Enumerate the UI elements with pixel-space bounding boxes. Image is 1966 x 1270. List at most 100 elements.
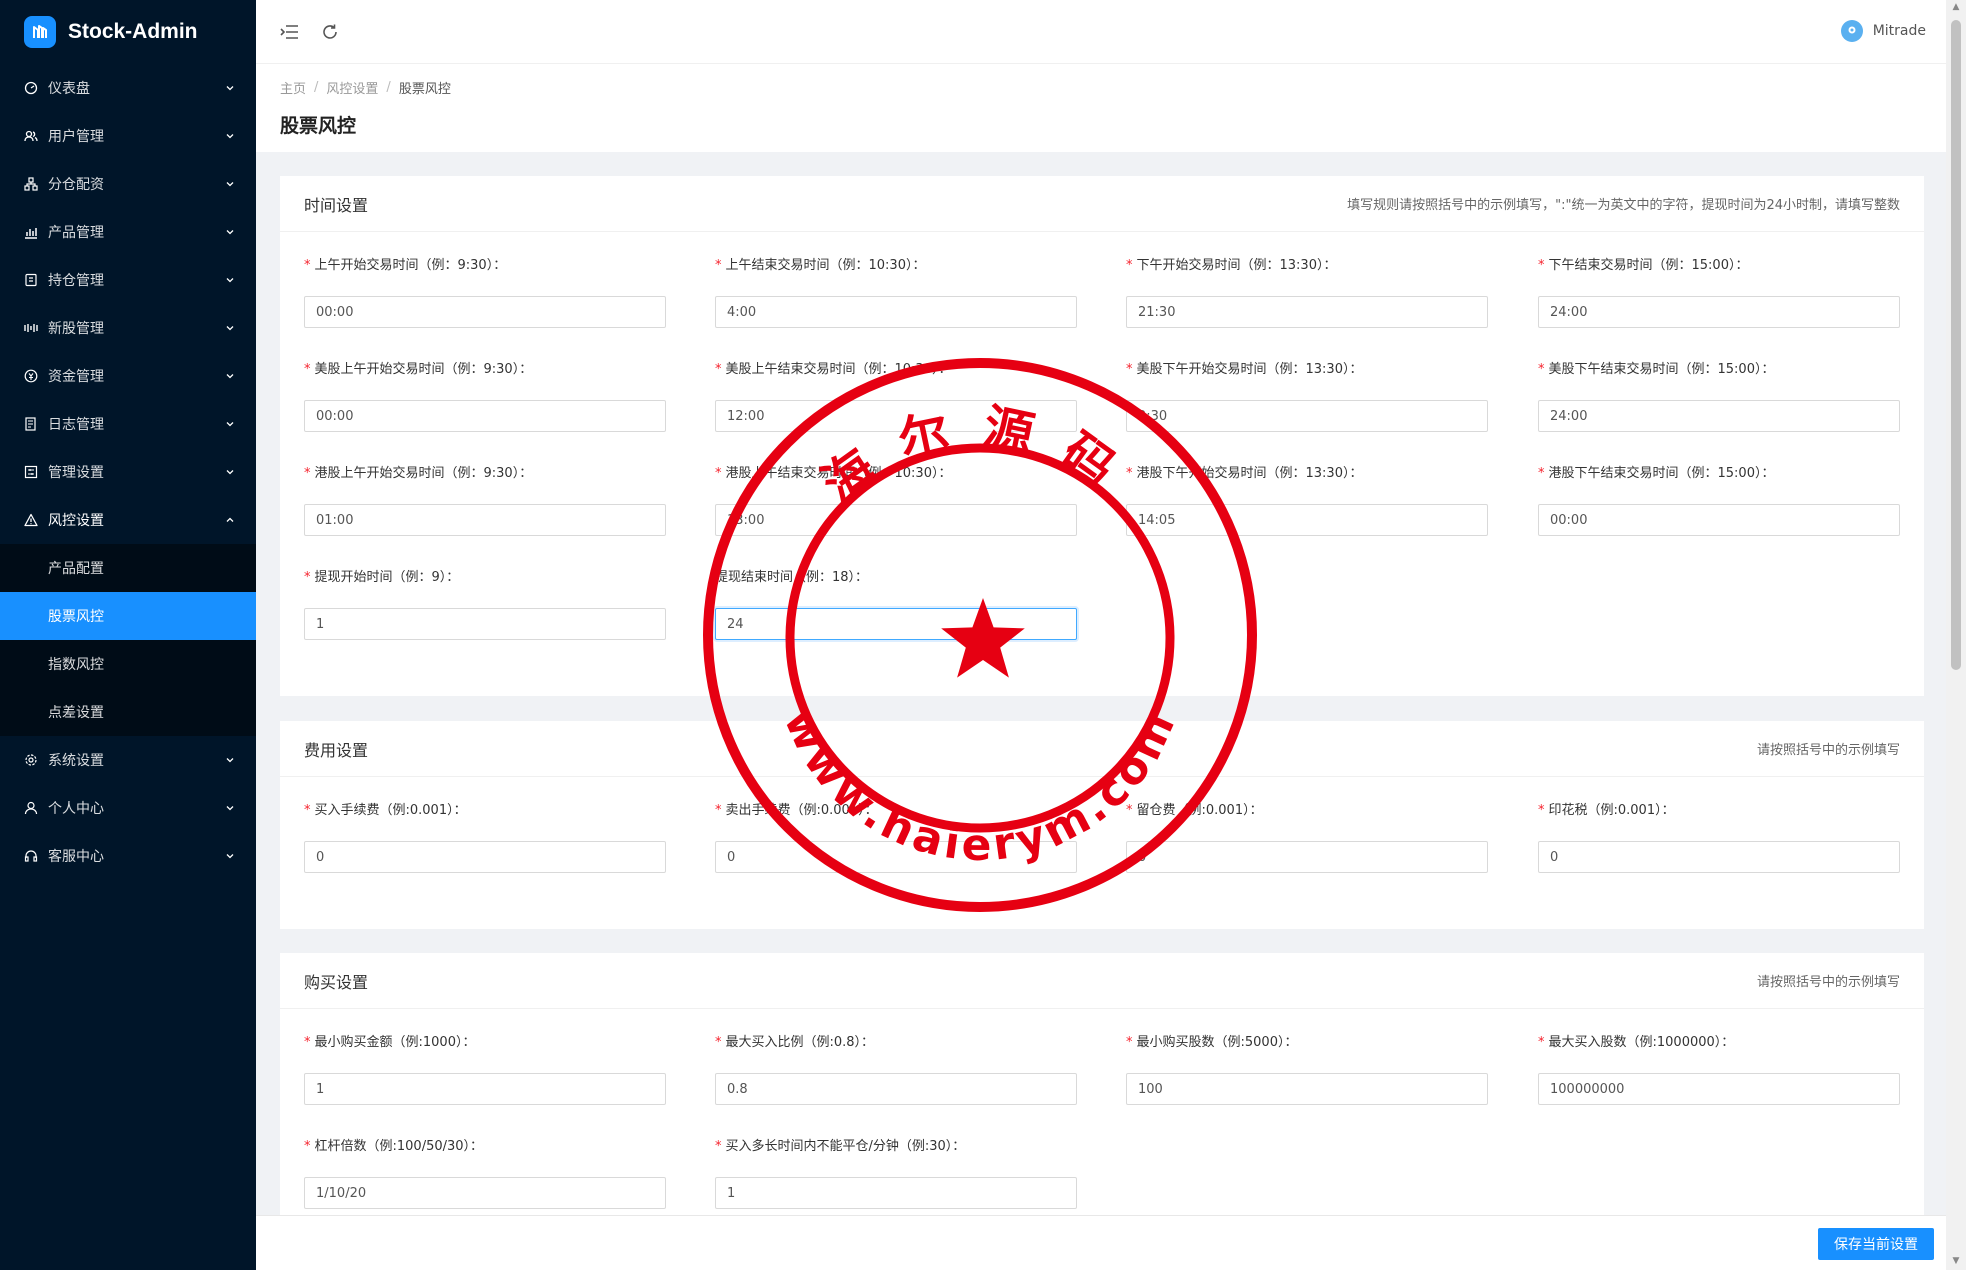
sidebar-item-positions[interactable]: 持仓管理 [0,256,256,304]
field-label-text: 美股上午结束交易时间（例：10:30）： [725,362,952,377]
field-label-text: 下午开始交易时间（例：13:30）： [1136,258,1337,273]
sidebar-item-dashboard[interactable]: 仪表盘 [0,64,256,112]
field-label-text: 最小购买金额（例:1000）： [314,1035,476,1050]
sidebar-item-label: 日志管理 [48,417,104,433]
field-input[interactable] [1126,841,1488,873]
sidebar-item-new-stocks[interactable]: 新股管理 [0,304,256,352]
required-marker: * [715,466,722,481]
logo[interactable]: Stock-Admin [0,0,256,64]
cluster-icon [24,177,38,191]
field-input[interactable] [1126,400,1488,432]
field-input[interactable] [304,504,666,536]
sidebar-item-funds[interactable]: 资金管理 [0,352,256,400]
field-label-text: 买入多长时间内不能平仓/分钟（例:30）： [725,1139,966,1154]
sidebar-item-cluster[interactable]: 分仓配资 [0,160,256,208]
sidebar-item-logs[interactable]: 日志管理 [0,400,256,448]
sidebar-item-users[interactable]: 用户管理 [0,112,256,160]
field-input[interactable] [1126,1073,1488,1105]
sidebar-item-system-settings[interactable]: 系统设置 [0,736,256,784]
scroll-down-icon[interactable]: ▼ [1950,1256,1962,1268]
top-header: Mitrade [256,0,1946,64]
field-input[interactable] [715,504,1077,536]
breadcrumb-separator: / [314,80,319,95]
form-field: * 卖出手续费（例:0.001）： [715,801,1077,873]
form-field: * 美股下午结束交易时间（例：15:00）： [1538,360,1900,432]
field-input[interactable] [1126,504,1488,536]
avatar [1840,20,1863,42]
chart-icon [24,225,38,239]
field-label-text: 印花税（例:0.001）： [1548,803,1675,818]
required-marker: * [1538,362,1545,377]
field-label-text: 港股下午结束交易时间（例：15:00）： [1548,466,1775,481]
breadcrumb-parent[interactable]: 风控设置 [326,78,378,97]
menu-fold-icon[interactable] [278,20,302,44]
field-input[interactable] [1126,296,1488,328]
sidebar-item-label: 持仓管理 [48,273,104,289]
refresh-icon[interactable] [318,20,342,44]
field-input[interactable] [304,608,666,640]
form-field: * 买入多长时间内不能平仓/分钟（例:30）： [715,1137,1077,1209]
field-label: * 美股上午开始交易时间（例：9:30）： [304,360,666,380]
page-scrollbar[interactable]: ▲ ▼ [1946,0,1966,1270]
field-input[interactable] [304,841,666,873]
risk-submenu: 产品配置 股票风控 指数风控 点差设置 [0,544,256,736]
field-input[interactable] [1538,400,1900,432]
required-marker: * [1538,258,1545,273]
sidebar-item-products[interactable]: 产品管理 [0,208,256,256]
field-label-text: 港股下午开始交易时间（例：13:30）： [1136,466,1363,481]
field-input[interactable] [1538,841,1900,873]
sidebar-subitem-index-risk[interactable]: 指数风控 [0,640,256,688]
field-input[interactable] [304,296,666,328]
field-label-text: 上午结束交易时间（例：10:30）： [725,258,926,273]
required-marker: * [1126,258,1133,273]
field-input[interactable] [1538,504,1900,536]
save-settings-button[interactable]: 保存当前设置 [1818,1228,1934,1260]
sidebar-item-profile[interactable]: 个人中心 [0,784,256,832]
field-input[interactable] [1538,1073,1900,1105]
field-label-text: 港股上午结束交易时间（例：10:30）： [725,466,952,481]
sidebar-item-risk-settings[interactable]: 风控设置 [0,496,256,544]
breadcrumb-home[interactable]: 主页 [280,78,306,97]
sidebar-item-label: 资金管理 [48,369,104,385]
field-label: * 港股下午开始交易时间（例：13:30）： [1126,464,1488,484]
field-input[interactable] [304,1073,666,1105]
field-input[interactable] [1538,296,1900,328]
sidebar: Stock-Admin 仪表盘 用户管理 分仓配资 产品管理 持仓管理 新股管理… [0,0,256,1270]
sidebar-item-label: 仪表盘 [48,81,90,97]
field-input[interactable] [715,296,1077,328]
required-marker: * [715,1035,722,1050]
card-title: 购买设置 [304,972,369,992]
field-label: * 上午开始交易时间（例：9:30）： [304,256,666,276]
field-label-text: 买入手续费（例:0.001）： [314,803,467,818]
field-label: * 提现开始时间（例：9）： [304,568,666,588]
admin-settings-icon [24,465,38,479]
field-label-text: 杠杆倍数（例:100/50/30）： [314,1139,484,1154]
sidebar-subitem-product-config[interactable]: 产品配置 [0,544,256,592]
field-input[interactable] [304,1177,666,1209]
time-settings-card: 时间设置 填写规则请按照括号中的示例填写，":"统一为英文中的字符，提现时间为2… [280,176,1924,696]
field-label: * 卖出手续费（例:0.001）： [715,801,1077,821]
scroll-up-icon[interactable]: ▲ [1950,2,1962,14]
field-input[interactable] [715,608,1077,640]
required-marker: * [304,1035,311,1050]
field-input[interactable] [715,841,1077,873]
sidebar-item-support[interactable]: 客服中心 [0,832,256,880]
field-input[interactable] [715,400,1077,432]
form-field: * 下午结束交易时间（例：15:00）： [1538,256,1900,328]
field-input[interactable] [304,400,666,432]
gear-icon [24,753,38,767]
sidebar-item-admin-settings[interactable]: 管理设置 [0,448,256,496]
required-marker: * [1538,803,1545,818]
field-input[interactable] [715,1177,1077,1209]
scroll-thumb[interactable] [1951,20,1961,670]
sidebar-subitem-stock-risk[interactable]: 股票风控 [0,592,256,640]
field-label: * 留仓费（例:0.001）： [1126,801,1488,821]
form-field: * 杠杆倍数（例:100/50/30）： [304,1137,666,1209]
required-marker: * [304,362,311,377]
field-input[interactable] [715,1073,1077,1105]
footer-bar: 保存当前设置 [256,1215,1946,1270]
field-label: * 下午开始交易时间（例：13:30）： [1126,256,1488,276]
sidebar-subitem-spread-settings[interactable]: 点差设置 [0,688,256,736]
form-field: * 最小购买金额（例:1000）： [304,1033,666,1105]
user-menu[interactable]: Mitrade [1840,20,1926,42]
